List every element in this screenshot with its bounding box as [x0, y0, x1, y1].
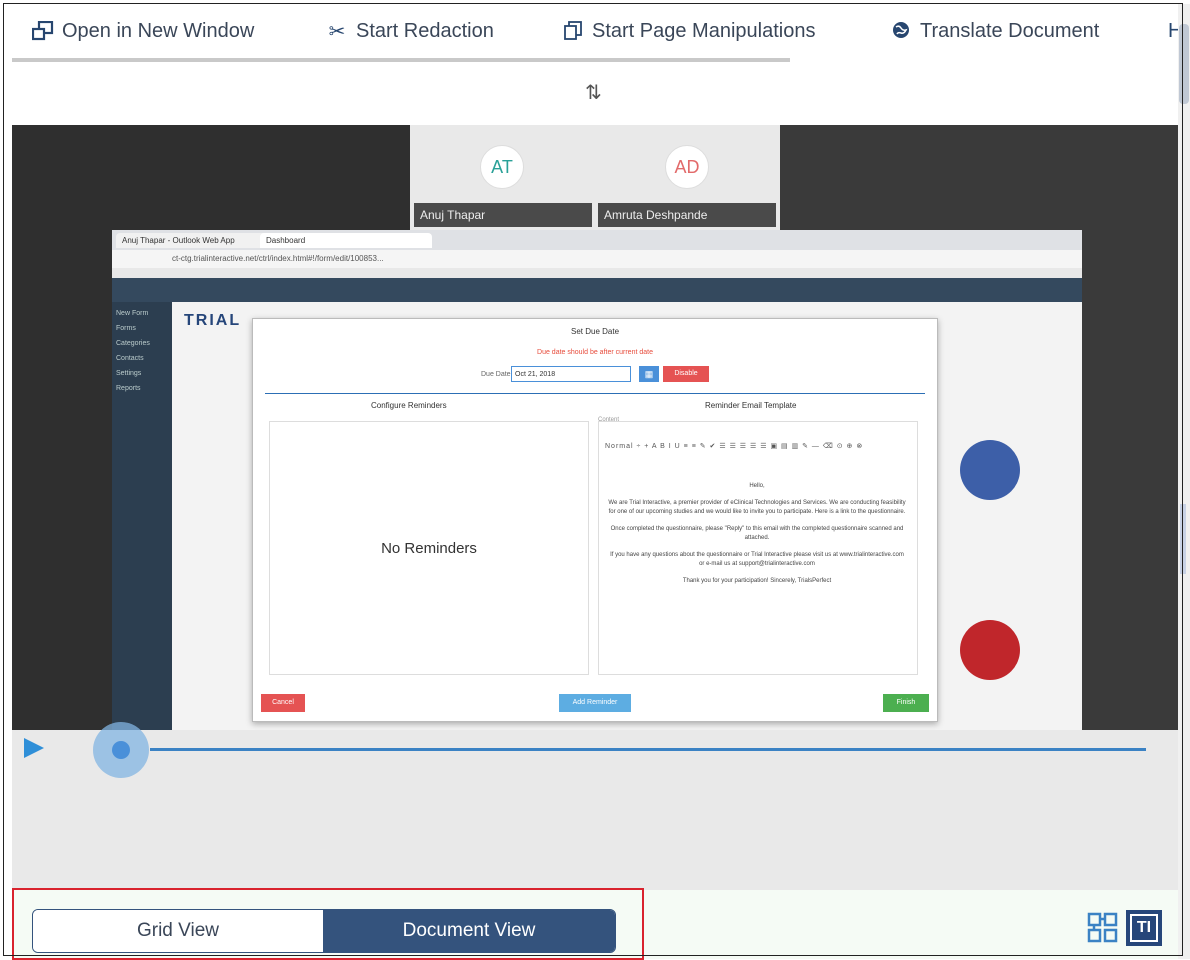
avatar: AD — [665, 145, 709, 189]
avatar: AT — [480, 145, 524, 189]
sidenav-item: New Form — [116, 310, 149, 317]
browser-tab: Anuj Thapar - Outlook Web App — [116, 233, 268, 248]
modal-title: Set Due Date — [570, 327, 620, 336]
copy-pages-icon — [562, 20, 584, 43]
email-body[interactable]: Hello, We are Trial Interactive, a premi… — [607, 482, 907, 586]
tab-title: Anuj Thapar - Outlook Web App — [122, 236, 235, 245]
divider — [265, 393, 925, 394]
email-template-heading: Reminder Email Template — [705, 401, 797, 410]
email-paragraph: Thank you for your participation! Sincer… — [682, 578, 832, 584]
play-icon[interactable] — [24, 738, 44, 758]
sidenav-item: Categories — [116, 340, 150, 347]
due-date-error: Due date should be after current date — [537, 349, 653, 356]
seek-handle-center[interactable] — [112, 741, 130, 759]
layout-grid-icon[interactable] — [1087, 912, 1119, 944]
document-toolbar: Open in New Window ✂ Start Redaction Sta… — [0, 0, 1182, 66]
editor-toolbar[interactable]: Normal ÷ + A B I U ≡ ≡ ✎ ✔ ☰ ☰ ☰ ☰ ☰ ▣ ▤… — [605, 442, 910, 450]
participant-name: Amruta Deshpande — [598, 203, 776, 227]
sidenav-item: Forms — [116, 325, 136, 332]
sidenav-item: Settings — [116, 370, 142, 377]
reminders-panel: No Reminders — [269, 421, 589, 675]
scissors-icon: ✂ — [328, 20, 346, 43]
translate-document-button[interactable]: Translate Document — [890, 20, 1099, 43]
app-header — [112, 278, 1082, 302]
due-date-input[interactable]: Oct 21, 2018 — [511, 366, 631, 382]
browser-tab-strip: Anuj Thapar - Outlook Web App Dashboard — [112, 230, 1082, 250]
open-new-window-label: Open in New Window — [62, 20, 255, 42]
app-logo: TRIAL — [184, 312, 242, 329]
toolbar-scroll-indicator — [12, 58, 790, 62]
start-redaction-label: Start Redaction — [356, 20, 494, 42]
scrollbar-thumb[interactable] — [1179, 24, 1189, 104]
start-page-manipulations-label: Start Page Manipulations — [592, 20, 816, 42]
start-redaction-button[interactable]: ✂ Start Redaction — [326, 20, 494, 43]
avatar-initials: AT — [491, 156, 513, 177]
configure-reminders-heading: Configure Reminders — [371, 401, 447, 410]
participants-panel: AT AD Anuj Thapar Amruta Deshpande — [410, 125, 780, 230]
pie-chart-red — [960, 620, 1020, 680]
tab-title: Dashboard — [266, 236, 306, 245]
globe-icon — [890, 21, 912, 43]
highlight-box — [12, 888, 644, 960]
new-window-icon — [31, 20, 54, 43]
cancel-button[interactable]: Cancel — [261, 694, 305, 712]
scrollbar-marker — [1180, 504, 1186, 574]
player-area — [12, 730, 1178, 890]
sidenav-item: Reports — [116, 385, 141, 392]
pie-chart-blue — [960, 440, 1020, 500]
sort-arrows-icon[interactable]: ⇅ — [585, 80, 602, 105]
start-page-manipulations-button[interactable]: Start Page Manipulations — [562, 20, 815, 43]
app-sidenav: New Form Forms Categories Contacts Setti… — [112, 302, 172, 730]
add-reminder-button[interactable]: Add Reminder — [559, 694, 631, 712]
seek-track[interactable] — [150, 748, 1146, 751]
finish-button[interactable]: Finish — [883, 694, 929, 712]
ti-logo-text: TI — [1136, 919, 1152, 936]
translate-document-label: Translate Document — [920, 20, 1100, 42]
email-editor[interactable]: Normal ÷ + A B I U ≡ ≡ ✎ ✔ ☰ ☰ ☰ ☰ ☰ ▣ ▤… — [598, 421, 918, 675]
browser-tab: Dashboard — [260, 233, 432, 248]
ti-logo: TI — [1126, 910, 1162, 946]
set-due-date-modal: Set Due Date Due date should be after cu… — [252, 318, 938, 722]
email-paragraph: We are Trial Interactive, a premier prov… — [608, 500, 906, 515]
participant-name: Anuj Thapar — [414, 203, 592, 227]
vertical-scrollbar[interactable] — [1178, 4, 1190, 959]
email-paragraph: If you have any questions about the ques… — [610, 552, 904, 567]
address-url: ct-ctg.trialinteractive.net/ctrl/index.h… — [172, 254, 384, 263]
address-bar: ct-ctg.trialinteractive.net/ctrl/index.h… — [112, 250, 1082, 268]
calendar-icon[interactable]: ▦ — [639, 366, 659, 382]
open-new-window-button[interactable]: Open in New Window — [31, 20, 255, 43]
no-reminders-text: No Reminders — [381, 540, 477, 557]
email-paragraph: Once completed the questionnaire, please… — [610, 526, 904, 541]
avatar-initials: AD — [674, 156, 700, 177]
email-greeting: Hello, — [749, 483, 765, 489]
sidenav-item: Contacts — [116, 355, 144, 362]
due-date-label: Due Date — [481, 371, 511, 378]
disable-button[interactable]: Disable — [663, 366, 709, 382]
